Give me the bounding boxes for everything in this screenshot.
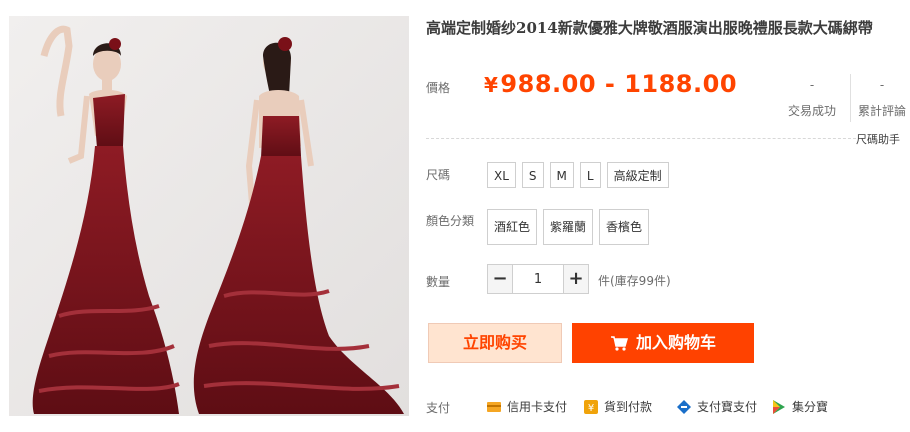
quantity-stepper: − + <box>487 264 589 294</box>
buy-now-button[interactable]: 立即购买 <box>428 323 562 363</box>
reviews-label: 累計評論 <box>857 104 906 118</box>
size-option-xl[interactable]: XL <box>487 162 516 188</box>
product-photo <box>9 16 409 416</box>
svg-text:¥: ¥ <box>588 403 594 414</box>
trades-count: - <box>809 78 815 92</box>
product-info: 高端定制婚纱2014新款優雅大牌敬酒服演出服晚禮服長款大碼綁帶 價格 ¥988.… <box>426 0 910 432</box>
add-to-cart-button[interactable]: 加入购物车 <box>572 323 754 363</box>
quantity-decrease-button[interactable]: − <box>487 264 513 294</box>
stock-info: 件(庫存99件) <box>598 274 671 288</box>
payment-label: 支付 <box>426 401 451 415</box>
color-option-violet[interactable]: 紫羅蘭 <box>543 209 594 245</box>
trades-label: 交易成功 <box>787 104 836 118</box>
color-option-wine-red[interactable]: 酒紅色 <box>487 209 538 245</box>
size-option-m[interactable]: M <box>549 162 574 188</box>
payment-credit-card[interactable]: 信用卡支付 <box>486 398 567 415</box>
cart-icon <box>610 336 628 351</box>
reviews-count: - <box>879 78 885 92</box>
color-option-champagne[interactable]: 香檳色 <box>599 209 650 245</box>
payment-method-label: 信用卡支付 <box>507 400 568 414</box>
quantity-input[interactable] <box>513 264 563 294</box>
stat-divider <box>850 74 851 122</box>
payment-jifenbao[interactable]: 集分寶 <box>771 398 828 415</box>
product-image[interactable] <box>9 16 409 416</box>
reviews-stat[interactable]: - 累計評論 <box>856 77 908 119</box>
payment-method-label: 支付寶支付 <box>697 400 758 414</box>
trades-stat: - 交易成功 <box>786 77 838 119</box>
color-options: 酒紅色 紫羅蘭 香檳色 <box>487 209 650 245</box>
payment-alipay[interactable]: 支付寶支付 <box>676 398 757 415</box>
add-to-cart-label: 加入购物车 <box>635 333 716 352</box>
price-value: 988.00 - 1188.00 <box>500 70 738 98</box>
size-label: 尺碼 <box>426 168 451 182</box>
payment-method-label: 集分寶 <box>792 400 829 414</box>
product-title: 高端定制婚纱2014新款優雅大牌敬酒服演出服晚禮服長款大碼綁帶 <box>426 19 873 37</box>
jifenbao-icon <box>773 399 785 414</box>
credit-card-icon <box>487 401 501 412</box>
size-option-custom[interactable]: 高級定制 <box>606 162 669 188</box>
quantity-increase-button[interactable]: + <box>563 264 589 294</box>
size-option-s[interactable]: S <box>521 162 544 188</box>
size-option-l[interactable]: L <box>579 162 601 188</box>
size-helper-link[interactable]: 尺碼助手 <box>856 131 900 147</box>
payment-method-label: 貨到付款 <box>604 400 653 414</box>
currency-symbol: ¥ <box>484 73 499 97</box>
quantity-label: 數量 <box>426 275 451 289</box>
price-label: 價格 <box>426 81 451 95</box>
color-label: 顏色分類 <box>426 214 475 228</box>
price-range: ¥988.00 - 1188.00 <box>484 70 737 98</box>
payment-cash-on-delivery[interactable]: ¥ 貨到付款 <box>583 398 652 415</box>
divider <box>426 138 856 139</box>
cash-on-delivery-icon: ¥ <box>584 399 598 414</box>
alipay-icon <box>677 399 691 414</box>
size-options: XL S M L 高級定制 <box>487 162 669 188</box>
